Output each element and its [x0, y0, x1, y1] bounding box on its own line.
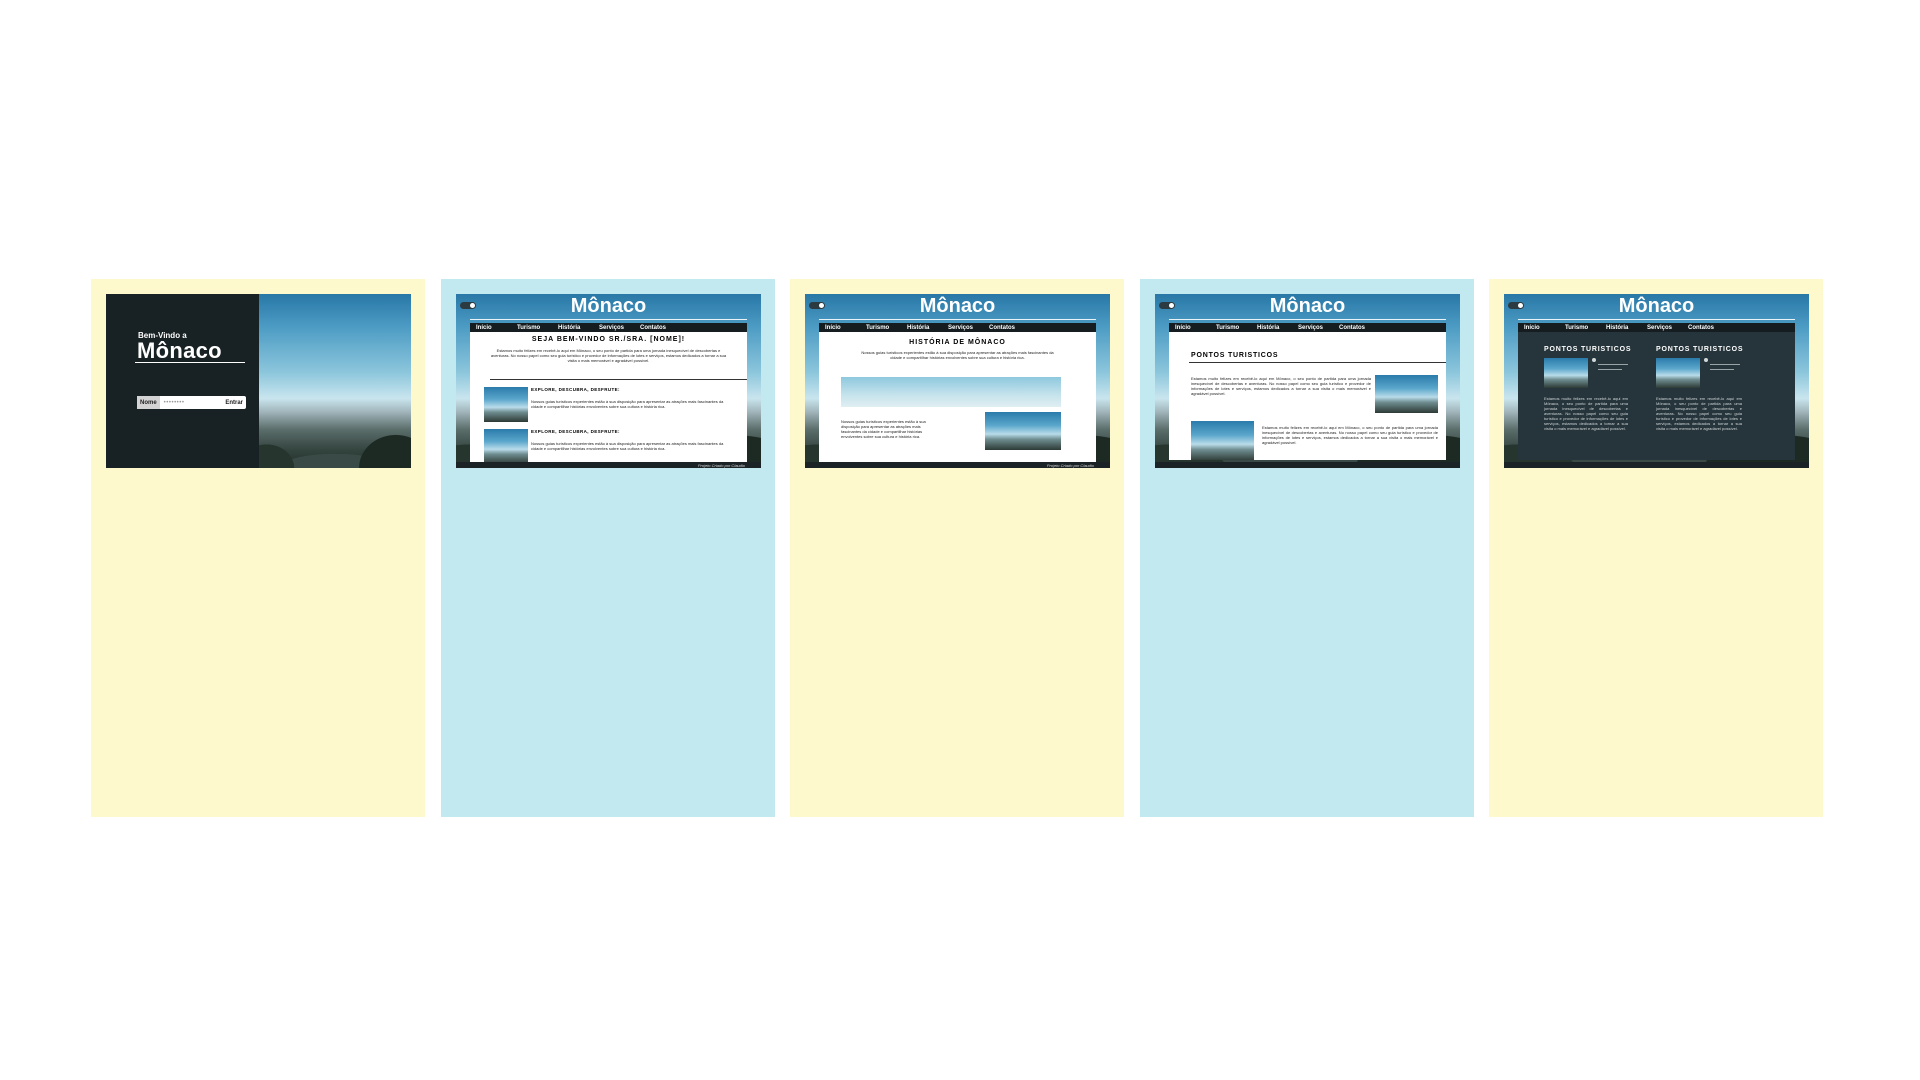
footer-credit: Projeto Criado por Claudio: [697, 463, 745, 468]
nav-item-servicos[interactable]: Serviços: [948, 325, 989, 331]
bullet-icon: [1592, 358, 1596, 362]
spot-text: Estamos muito felizes em recebê-lo aqui …: [1191, 376, 1371, 396]
nav-item-turismo[interactable]: Turismo: [866, 325, 907, 331]
nav-item-historia[interactable]: História: [1606, 325, 1647, 331]
section-image: [484, 429, 528, 462]
nav-item-contatos[interactable]: Contatos: [989, 325, 1030, 331]
nav-item-contatos[interactable]: Contatos: [1339, 325, 1380, 331]
divider: [1169, 319, 1446, 320]
nav-item-historia[interactable]: História: [907, 325, 948, 331]
nav-item-turismo[interactable]: Turismo: [1216, 325, 1257, 331]
history-screen: Mônaco Início Turismo História Serviços …: [805, 294, 1110, 468]
nav-item-servicos[interactable]: Serviços: [1647, 325, 1688, 331]
spot-image: [1656, 358, 1700, 388]
intro-text: Estamos muito felizes em recebê-lo aqui …: [490, 348, 727, 363]
column-text: Estamos muito felizes em recebê-lo aqui …: [1544, 396, 1628, 431]
site-title: Mônaco: [570, 295, 647, 317]
spot-image: [1544, 358, 1588, 388]
nav-item-servicos[interactable]: Serviços: [1298, 325, 1339, 331]
divider: [490, 379, 747, 380]
page-heading: PONTOS TURISTICOS: [1191, 352, 1279, 359]
nav-bar: Início Turismo História Serviços Contato…: [470, 323, 747, 332]
column-heading: PONTOS TURISTICOS: [1544, 346, 1632, 353]
nav-item-contatos[interactable]: Contatos: [640, 325, 681, 331]
divider: [135, 362, 245, 363]
section-image: [484, 387, 528, 422]
text-line: [1598, 369, 1622, 370]
nav-item-inicio[interactable]: Início: [1524, 325, 1565, 331]
enter-button[interactable]: Entrar: [222, 400, 246, 406]
hero-image: [259, 294, 411, 468]
body-text: Nossos guias turísticos experientes estã…: [841, 419, 926, 439]
nav-item-servicos[interactable]: Serviços: [599, 325, 640, 331]
history-image: [985, 412, 1061, 450]
welcome-title: Mônaco: [137, 338, 222, 363]
nav-bar: Início Turismo História Serviços Contato…: [819, 323, 1096, 332]
bullet-icon: [1704, 358, 1708, 362]
home-screen: Mônaco Início Turismo História Serviços …: [456, 294, 761, 468]
dark-screen: Mônaco Início Turismo História Serviços …: [1504, 294, 1809, 468]
divider: [1518, 319, 1795, 320]
spot-image: [1191, 421, 1254, 460]
nav-item-inicio[interactable]: Início: [476, 325, 517, 331]
section-title: EXPLORE, DESCUBRA, DESFRUTE:: [531, 429, 620, 434]
page-heading: HISTÓRIA DE MÔNACO: [909, 339, 1006, 346]
site-title: Mônaco: [1618, 295, 1695, 317]
site-title: Mônaco: [919, 295, 996, 317]
divider: [470, 319, 747, 320]
nav-item-contatos[interactable]: Contatos: [1688, 325, 1729, 331]
column-heading: PONTOS TURISTICOS: [1656, 346, 1744, 353]
section-title: EXPLORE, DESCUBRA, DESFRUTE:: [531, 387, 620, 392]
content-panel: SEJA BEM-VINDO SR./SRA. [NOME]! Estamos …: [470, 332, 747, 462]
login-form: Nome •••••••• Entrar: [137, 396, 246, 409]
divider: [819, 319, 1096, 320]
footer: [1504, 462, 1809, 468]
site-title: Mônaco: [1269, 295, 1346, 317]
login-screen: Bem-Vindo a Mônaco Nome •••••••• Entrar: [106, 294, 411, 468]
nav-item-inicio[interactable]: Início: [1175, 325, 1216, 331]
text-line: [1710, 369, 1734, 370]
tourism-screen: Mônaco Início Turismo História Serviços …: [1155, 294, 1460, 468]
nav-item-inicio[interactable]: Início: [825, 325, 866, 331]
name-label: Nome: [137, 396, 160, 409]
section-text: Nossos guias turísticos experientes estã…: [531, 441, 724, 451]
section-text: Nossos guias turísticos experientes estã…: [531, 399, 724, 409]
content-panel: PONTOS TURISTICOS Estamos muito felizes …: [1169, 332, 1446, 460]
content-panel: HISTÓRIA DE MÔNACO Nossos guias turístic…: [819, 332, 1096, 462]
login-panel: Bem-Vindo a Mônaco Nome •••••••• Entrar: [106, 294, 259, 468]
text-line: [1598, 364, 1628, 365]
content-panel: PONTOS TURISTICOS Estamos muito felizes …: [1518, 332, 1795, 460]
spot-text: Estamos muito felizes em recebê-lo aqui …: [1262, 425, 1438, 445]
board-home: Mônaco Início Turismo História Serviços …: [441, 279, 775, 817]
intro-text: Nossos guias turísticos experientes estã…: [861, 350, 1054, 360]
nav-bar: Início Turismo História Serviços Contato…: [1518, 323, 1795, 332]
board-dark-mode: Mônaco Início Turismo História Serviços …: [1489, 279, 1823, 817]
nav-bar: Início Turismo História Serviços Contato…: [1169, 323, 1446, 332]
text-line: [1710, 364, 1740, 365]
nav-item-turismo[interactable]: Turismo: [517, 325, 558, 331]
page-heading: SEJA BEM-VINDO SR./SRA. [NOME]!: [531, 336, 686, 343]
name-input[interactable]: ••••••••: [160, 400, 223, 406]
nav-item-historia[interactable]: História: [558, 325, 599, 331]
nav-item-historia[interactable]: História: [1257, 325, 1298, 331]
board-tourism: Mônaco Início Turismo História Serviços …: [1140, 279, 1474, 817]
spot-image: [1375, 375, 1438, 413]
footer: [1155, 462, 1460, 468]
divider: [1189, 362, 1446, 363]
column-text: Estamos muito felizes em recebê-lo aqui …: [1656, 396, 1742, 431]
footer-credit: Projeto Criado por Claudio: [1046, 463, 1094, 468]
nav-item-turismo[interactable]: Turismo: [1565, 325, 1606, 331]
board-history: Mônaco Início Turismo História Serviços …: [790, 279, 1124, 817]
board-login: Bem-Vindo a Mônaco Nome •••••••• Entrar: [91, 279, 425, 817]
banner-image: [841, 377, 1061, 407]
